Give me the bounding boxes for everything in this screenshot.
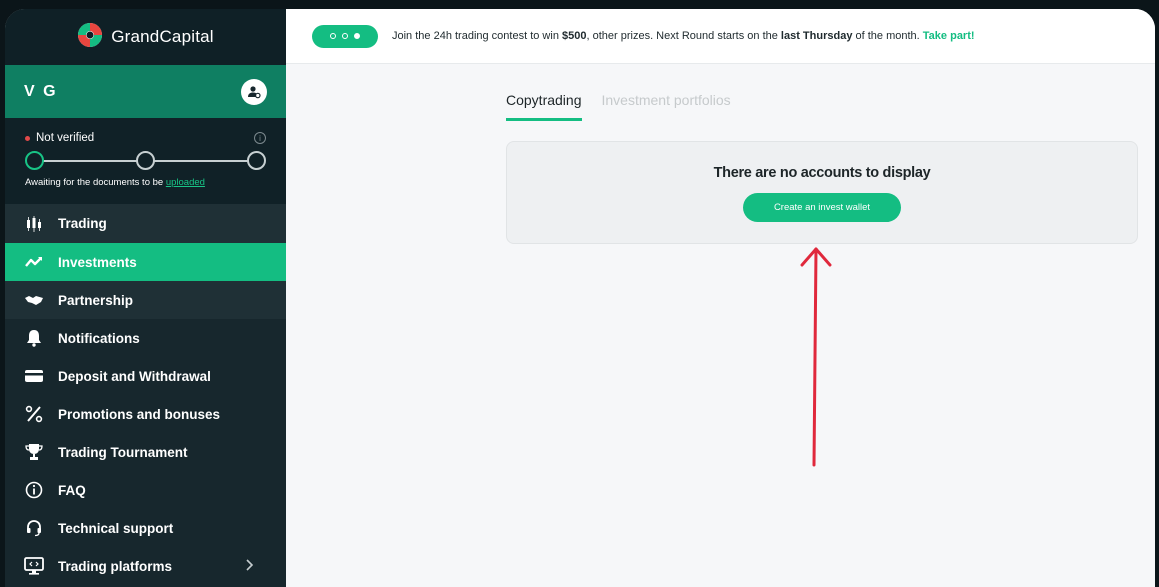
verification-status: Not verified: [25, 132, 94, 144]
brand-logo-icon: [77, 22, 103, 53]
user-settings-button[interactable]: [241, 78, 267, 105]
user-bar: V G: [5, 65, 286, 118]
sidebar-item-promotions[interactable]: Promotions and bonuses: [5, 395, 286, 433]
sidebar-item-platforms[interactable]: Trading platforms: [5, 547, 286, 585]
chart-trend-icon: [24, 252, 44, 272]
sidebar-item-label: Investments: [58, 254, 137, 270]
take-part-link[interactable]: Take part!: [923, 30, 975, 42]
step-2: [136, 151, 155, 170]
verification-status-label: Not verified: [36, 132, 95, 144]
sidebar-item-notifications[interactable]: Notifications: [5, 319, 286, 357]
create-invest-wallet-button[interactable]: Create an invest wallet: [743, 193, 901, 222]
sidebar: GrandCapital V G Not verified i Awaiting…: [5, 9, 286, 587]
sidebar-item-faq[interactable]: FAQ: [5, 471, 286, 509]
sidebar-item-label: Promotions and bonuses: [58, 406, 221, 422]
sidebar-item-support[interactable]: Technical support: [5, 509, 286, 547]
banner-prize: $500: [562, 30, 587, 42]
card-icon: [24, 366, 44, 386]
user-initials: V G: [24, 82, 58, 100]
banner-text-part: , other prizes. Next Round starts on the: [586, 30, 781, 42]
verification-progress: [25, 150, 266, 172]
chevron-right-icon: [244, 558, 254, 575]
sidebar-item-label: Trading platforms: [58, 558, 173, 574]
banner-text: Join the 24h trading contest to win $500…: [392, 30, 975, 42]
sidebar-item-label: Notifications: [58, 330, 140, 346]
candles-icon: [24, 214, 44, 234]
tab-investment-portfolios[interactable]: Investment portfolios: [602, 92, 731, 121]
sidebar-item-deposit[interactable]: Deposit and Withdrawal: [5, 357, 286, 395]
info-icon[interactable]: i: [254, 132, 266, 144]
tab-copytrading[interactable]: Copytrading: [506, 92, 582, 121]
sidebar-item-label: FAQ: [58, 482, 86, 498]
sidebar-item-label: Partnership: [58, 292, 134, 308]
empty-state-title: There are no accounts to display: [713, 165, 931, 181]
annotation-arrow: [800, 247, 832, 467]
handshake-icon: [24, 290, 44, 310]
carousel-indicator[interactable]: [312, 24, 378, 48]
banner-text-part: of the month.: [852, 30, 923, 42]
user-settings-icon: [248, 85, 261, 98]
contest-banner: Join the 24h trading contest to win $500…: [286, 9, 1155, 64]
empty-accounts-panel: There are no accounts to display Create …: [506, 141, 1138, 244]
percent-icon: [24, 404, 44, 424]
brand-name: GrandCapital: [111, 27, 214, 46]
banner-text-part: Join the 24h trading contest to win: [392, 30, 562, 42]
main-content: Join the 24h trading contest to win $500…: [286, 9, 1155, 587]
logo[interactable]: GrandCapital: [5, 9, 286, 65]
sidebar-item-tournament[interactable]: Trading Tournament: [5, 433, 286, 471]
sidebar-item-label: Deposit and Withdrawal: [58, 368, 211, 384]
sidebar-item-partnership[interactable]: Partnership: [5, 281, 286, 319]
upload-link[interactable]: uploaded: [166, 177, 205, 188]
tabs: Copytrading Investment portfolios: [506, 92, 731, 121]
verification-note-text: Awaiting for the documents to be: [25, 177, 166, 188]
info-icon: [24, 480, 44, 500]
sidebar-nav: Trading Investments Partnership Notifica…: [5, 204, 286, 587]
sidebar-item-investments[interactable]: Investments: [5, 243, 286, 281]
sidebar-item-label: Trading: [58, 216, 107, 231]
banner-day: last Thursday: [780, 30, 853, 42]
carousel-dot[interactable]: [330, 33, 336, 39]
step-1: [25, 151, 44, 170]
carousel-dot-active[interactable]: [354, 33, 360, 39]
trophy-icon: [24, 442, 44, 462]
bell-icon: [24, 328, 44, 348]
sidebar-item-label: Technical support: [58, 520, 174, 536]
step-3: [247, 151, 266, 170]
verification-panel: Not verified i Awaiting for the document…: [5, 118, 286, 204]
sidebar-item-label: Trading Tournament: [58, 444, 188, 460]
headset-icon: [24, 518, 44, 538]
status-dot: [25, 135, 30, 141]
carousel-dot[interactable]: [342, 33, 348, 39]
monitor-icon: [24, 556, 44, 576]
sidebar-item-trading[interactable]: Trading: [5, 204, 286, 243]
verification-note: Awaiting for the documents to be uploade…: [25, 177, 266, 188]
app-window: GrandCapital V G Not verified i Awaiting…: [5, 9, 1155, 587]
